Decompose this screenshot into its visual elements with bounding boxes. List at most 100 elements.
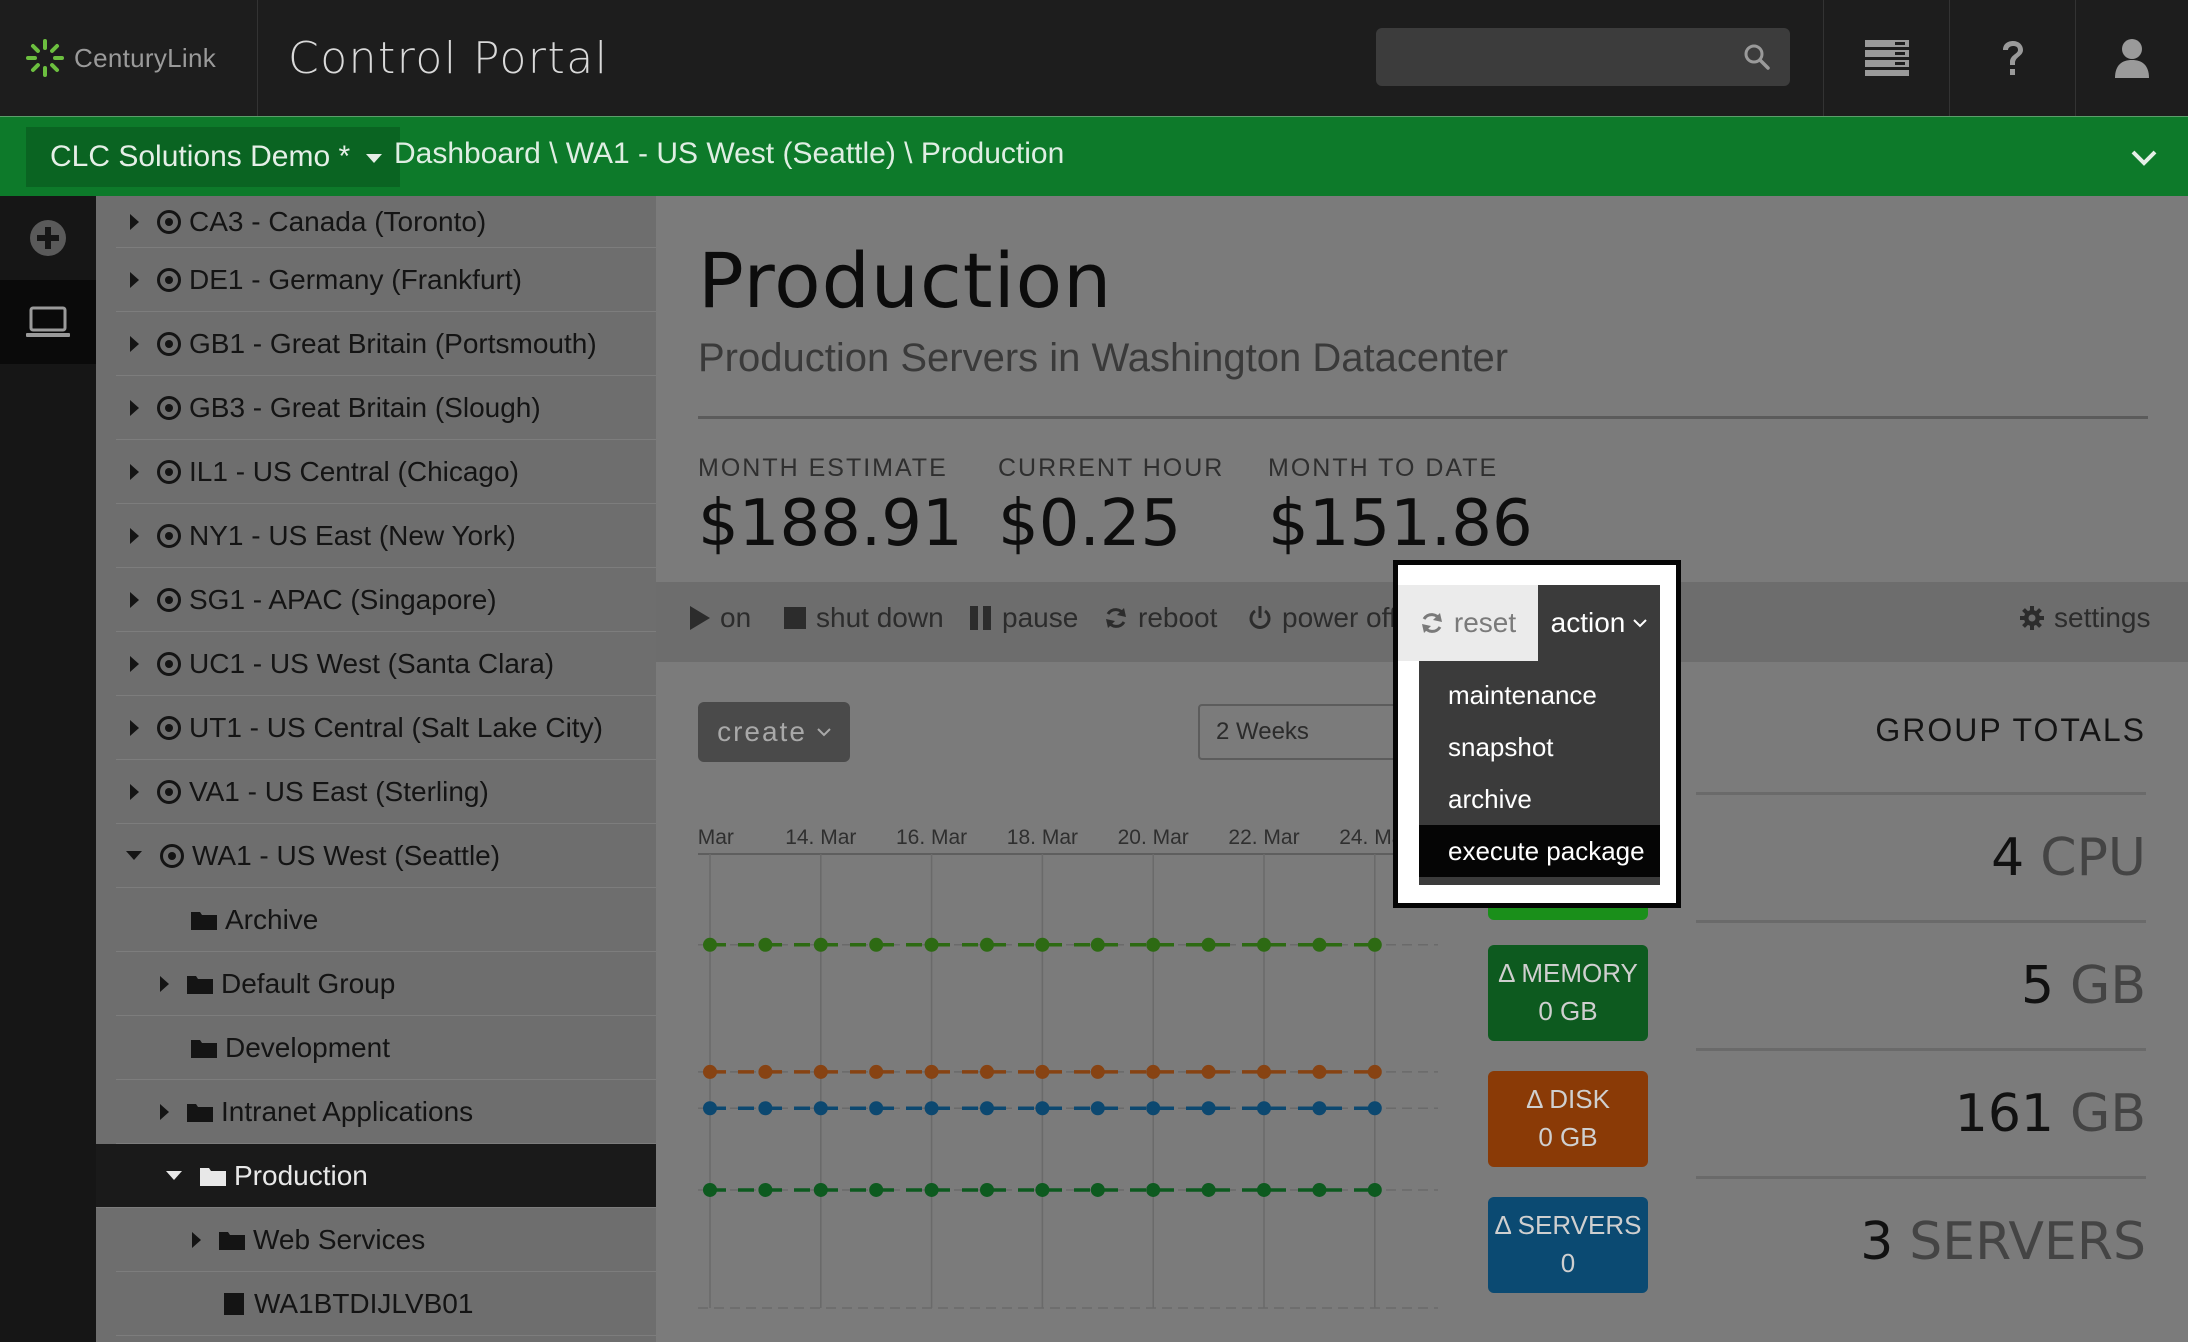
- tree-item-server[interactable]: WA1BTDIJLVB01: [116, 1272, 656, 1336]
- datacenter-icon: [157, 715, 181, 740]
- data-point: [1257, 1064, 1271, 1079]
- tree-item-sg1[interactable]: SG1 - APAC (Singapore): [116, 568, 656, 632]
- data-point: [1367, 1182, 1382, 1197]
- queue-button[interactable]: [1823, 0, 1949, 116]
- data-point: [758, 937, 773, 952]
- tree-item-archive[interactable]: Archive: [116, 888, 656, 952]
- tree-item-uc1[interactable]: UC1 - US West (Santa Clara): [116, 632, 656, 696]
- data-point: [1257, 1182, 1271, 1197]
- datacenter-icon: [157, 587, 181, 612]
- stat-label: MONTH TO DATE: [1268, 454, 1499, 482]
- pause-button[interactable]: pause: [970, 602, 1078, 634]
- logo[interactable]: CenturyLink: [0, 0, 258, 116]
- account-selector[interactable]: CLC Solutions Demo *: [26, 127, 401, 187]
- data-point: [924, 1064, 939, 1079]
- datacenter-icon: [157, 651, 181, 676]
- rail-servers-button[interactable]: [0, 280, 96, 364]
- help-button[interactable]: [1949, 0, 2075, 116]
- delta-title: Δ MEMORY: [1498, 958, 1638, 988]
- delta-title: Δ SERVERS: [1494, 1210, 1642, 1240]
- data-point: [1146, 1101, 1161, 1116]
- tree-item-default-group[interactable]: Default Group: [116, 952, 656, 1016]
- expand-icon[interactable]: [130, 591, 139, 608]
- data-point: [1090, 1182, 1105, 1197]
- tree-item-wa1[interactable]: WA1 - US West (Seattle): [116, 824, 656, 888]
- expand-icon[interactable]: [130, 463, 139, 480]
- data-point: [1035, 937, 1050, 952]
- tree-item-web-services[interactable]: Web Services: [116, 1208, 656, 1272]
- tree-item-va1[interactable]: VA1 - US East (Sterling): [116, 760, 656, 824]
- expand-icon[interactable]: [130, 271, 139, 288]
- tree-item-development[interactable]: Development: [116, 1016, 656, 1080]
- laptop-icon: [26, 306, 70, 337]
- user-menu-button[interactable]: [2075, 0, 2188, 116]
- tree-item-ca3[interactable]: CA3 - Canada (Toronto): [116, 196, 656, 248]
- tree-item-ut1[interactable]: UT1 - US Central (Salt Lake City): [116, 696, 656, 760]
- data-point: [1312, 937, 1327, 952]
- datacenter-icon: [157, 459, 181, 484]
- search-icon[interactable]: [1742, 42, 1772, 72]
- action-dropdown-button[interactable]: action: [1538, 585, 1660, 661]
- tree-item-gb1[interactable]: GB1 - Great Britain (Portsmouth): [116, 312, 656, 376]
- data-point: [1090, 937, 1105, 952]
- expand-icon[interactable]: [130, 335, 139, 352]
- menu-item-snapshot[interactable]: snapshot: [1419, 721, 1660, 773]
- menu-item-execute-package[interactable]: execute package: [1419, 825, 1660, 877]
- stat-label: CURRENT HOUR: [998, 454, 1225, 482]
- tree-item-label: SG1 - APAC (Singapore): [189, 583, 497, 615]
- data-point: [758, 1101, 773, 1116]
- data-point: [869, 1101, 884, 1116]
- tree-item-ny1[interactable]: NY1 - US East (New York): [116, 504, 656, 568]
- centurylink-logo-icon: [26, 39, 64, 77]
- tree-item-gb3[interactable]: GB3 - Great Britain (Slough): [116, 376, 656, 440]
- tree-item-il1[interactable]: IL1 - US Central (Chicago): [116, 440, 656, 504]
- expand-icon[interactable]: [130, 655, 139, 672]
- expand-icon[interactable]: [160, 1103, 169, 1120]
- settings-button[interactable]: settings: [2020, 602, 2151, 634]
- expand-icon[interactable]: [130, 213, 139, 230]
- data-point: [703, 1064, 717, 1079]
- menu-item-archive[interactable]: archive: [1419, 773, 1660, 825]
- data-point: [924, 1182, 939, 1197]
- menu-item-maintenance[interactable]: maintenance: [1419, 669, 1660, 721]
- power-off-button[interactable]: power off: [1248, 602, 1397, 634]
- rail-add-button[interactable]: [0, 196, 96, 280]
- tree-item-label: IL1 - US Central (Chicago): [189, 455, 519, 487]
- data-point: [1201, 1182, 1216, 1197]
- data-point: [980, 1182, 994, 1197]
- delta-title: Δ DISK: [1526, 1084, 1610, 1114]
- expand-icon[interactable]: [160, 975, 169, 992]
- expand-icon[interactable]: [192, 1231, 201, 1248]
- expand-icon[interactable]: [130, 527, 139, 544]
- data-point: [703, 1101, 717, 1116]
- data-point: [869, 937, 884, 952]
- folder-icon: [219, 1231, 245, 1250]
- power-on-button[interactable]: on: [690, 602, 751, 634]
- create-button[interactable]: create: [698, 702, 850, 762]
- chevron-down-icon[interactable]: [2130, 143, 2158, 171]
- tree-item-production[interactable]: Production: [96, 1144, 656, 1208]
- tree-item-label: DE1 - Germany (Frankfurt): [189, 263, 522, 295]
- collapse-icon[interactable]: [166, 1171, 182, 1180]
- breadcrumb[interactable]: Dashboard \ WA1 - US West (Seattle) \ Pr…: [394, 137, 1064, 171]
- reset-button[interactable]: reset: [1398, 585, 1538, 661]
- tree-item-label: WA1 - US West (Seattle): [192, 839, 501, 871]
- group-totals-title: GROUP TOTALS: [1875, 712, 2146, 748]
- shut-down-button[interactable]: shut down: [784, 602, 944, 634]
- expand-icon[interactable]: [130, 719, 139, 736]
- total-cpu: 4 CPU: [1696, 792, 2146, 920]
- total-value: 5: [2020, 955, 2055, 1016]
- expand-icon[interactable]: [130, 783, 139, 800]
- collapse-icon[interactable]: [126, 851, 142, 860]
- tree-item-de1[interactable]: DE1 - Germany (Frankfurt): [116, 248, 656, 312]
- search-input[interactable]: [1376, 28, 1790, 86]
- reboot-button[interactable]: reboot: [1104, 602, 1217, 634]
- tree-item-intranet-applications[interactable]: Intranet Applications: [116, 1080, 656, 1144]
- search-box: [1376, 28, 1790, 86]
- tree-item-label: GB1 - Great Britain (Portsmouth): [189, 327, 597, 359]
- stat-value: $0.25: [998, 487, 1182, 561]
- x-tick-label: 14. Mar: [785, 826, 856, 849]
- time-range-select[interactable]: 2 Weeks: [1198, 704, 1418, 760]
- stat-current-hour: CURRENT HOUR $0.25: [998, 454, 1224, 561]
- expand-icon[interactable]: [130, 399, 139, 416]
